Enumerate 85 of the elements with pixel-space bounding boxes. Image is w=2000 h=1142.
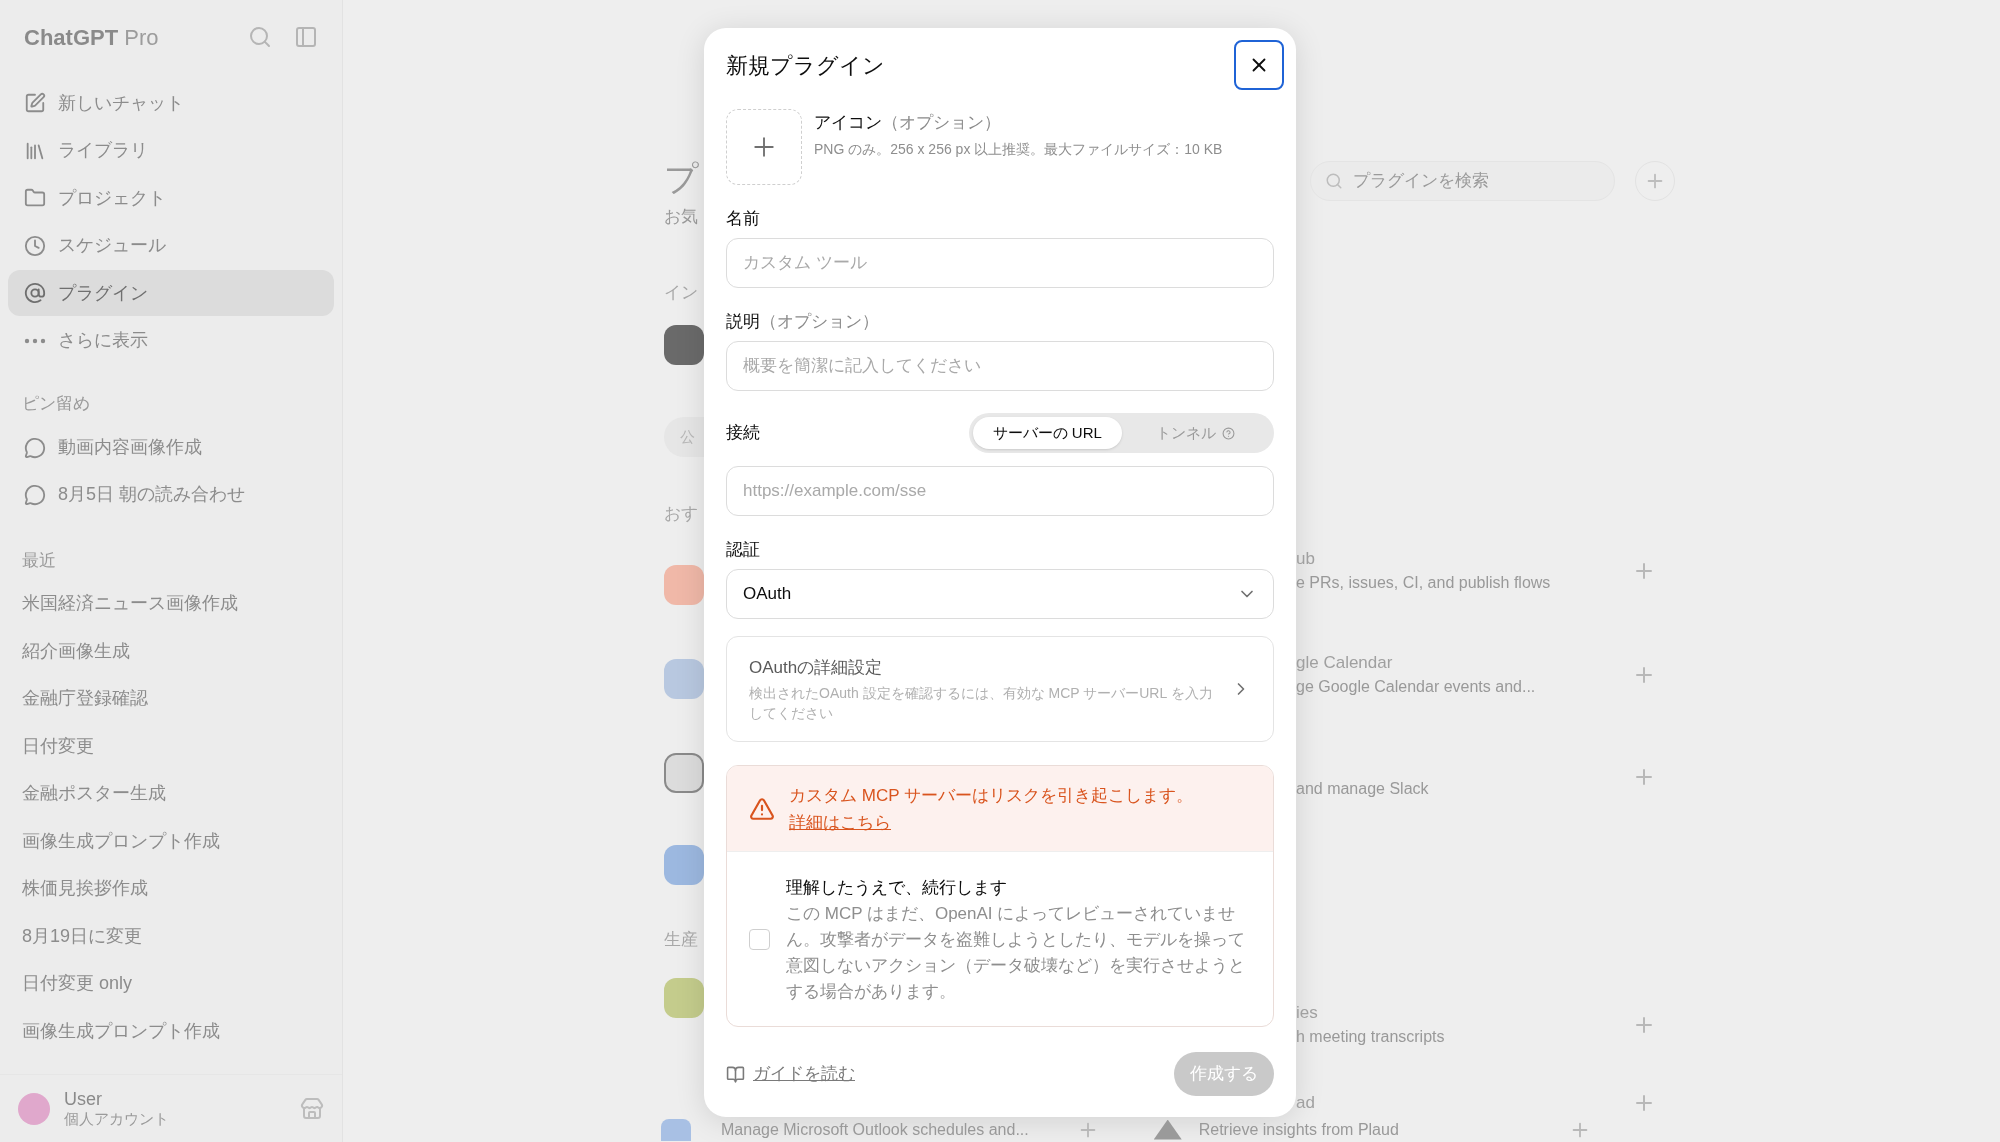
clock-icon	[24, 234, 46, 257]
sidebar-nav-item[interactable]: プラグイン	[8, 270, 334, 316]
auth-select[interactable]: OAuth	[726, 569, 1274, 619]
sidebar-toggle-icon[interactable]	[294, 25, 318, 49]
learn-more-link[interactable]: 詳細はこちら	[789, 812, 891, 832]
plugin-description: Manage Microsoft Outlook schedules and...	[721, 1119, 1029, 1140]
plugin-description: Retrieve insights from Plaud	[1198, 1119, 1399, 1140]
segment-tab[interactable]: サーバーの URL	[973, 417, 1122, 449]
segment-tab[interactable]: トンネル	[1121, 417, 1270, 449]
field-hint: PNG のみ。256 x 256 px 以上推奨。最大ファイルサイズ：10 KB	[814, 140, 1223, 159]
at-sign-icon	[24, 282, 46, 304]
search-icon[interactable]	[248, 25, 272, 49]
field-label: 接続	[726, 422, 760, 445]
recent-chat-item[interactable]: 金融庁登録確認	[8, 675, 334, 723]
mail-logo	[664, 564, 704, 605]
recent-chat-item[interactable]: 画像生成プロンプト作成	[8, 817, 334, 865]
field-label: 認証	[726, 539, 761, 561]
text-field[interactable]: 概要を簡潔に記入してください	[726, 341, 1274, 391]
notion-logo	[664, 752, 704, 793]
field-label: 名前	[726, 208, 761, 230]
warning-icon	[749, 795, 775, 822]
plugin-description: ge Google Calendar events and...	[1296, 677, 1537, 697]
warning-text: カスタム MCP サーバーはリスクを引き起こします。 詳細はこちら	[789, 784, 1194, 834]
oauth-settings-card[interactable]: OAuthの詳細設定 検出されたOAuth 設定を確認するには、有効な MCP サーバーURL を入力してください	[726, 635, 1274, 743]
more-icon	[24, 337, 46, 344]
field-label: アイコン（オプション）	[814, 112, 1002, 134]
card-description: 検出されたOAuth 設定を確認するには、有効な MCP サーバーURL を入力してください	[749, 684, 1214, 724]
avatar[interactable]	[18, 1092, 50, 1125]
card-title: OAuthの詳細設定	[749, 656, 884, 679]
plugin-name: ad	[1296, 1092, 1316, 1114]
recent-chat-item[interactable]: 株価見挨拶作成	[8, 865, 334, 913]
checkbox[interactable]	[749, 929, 770, 951]
pinned-chat-item[interactable]: 8月5日 朝の読み合わせ	[8, 471, 334, 518]
sidebar-nav-item[interactable]: ライブラリ	[8, 127, 334, 174]
search-field[interactable]: プラグインを検索	[1310, 161, 1615, 201]
pinned-chat-item[interactable]: 動画内容画像作成	[8, 424, 334, 471]
chat-bubble-icon	[24, 483, 46, 506]
plugin-name: gle Calendar	[1296, 652, 1394, 674]
section-heading: おす	[664, 503, 699, 525]
book-icon	[726, 1064, 745, 1084]
pencil-square-icon	[24, 92, 46, 114]
folder-icon	[24, 187, 46, 209]
user-name: User	[64, 1087, 103, 1111]
spiral-logo	[664, 978, 704, 1018]
section-heading: 最近	[21, 550, 57, 572]
checkbox-description: この MCP はまだ、OpenAI によってレビューされていません。攻撃者がデータを盗難しようとしたり、モデルを操って意図しないアクション（データ破壊など）を実行させようとする場合があります。	[786, 902, 1246, 1003]
store-icon[interactable]	[300, 1096, 324, 1121]
help-icon	[1222, 426, 1236, 440]
field-label: 説明（オプション）	[726, 311, 880, 333]
drive-logo	[664, 658, 704, 699]
plugin-description: h meeting transcripts	[1296, 1027, 1446, 1047]
sidebar-nav-item[interactable]: プロジェクト	[8, 175, 334, 221]
checkbox-label: 理解したうえで、続行します	[786, 876, 1008, 899]
text-field[interactable]: https://example.com/sse	[726, 466, 1274, 516]
close-button[interactable]	[1234, 40, 1284, 90]
section-heading: 生産	[664, 928, 699, 951]
section-heading: ピン留め	[21, 393, 91, 415]
plugin-name: ub	[1296, 548, 1316, 570]
icon-upload-button[interactable]	[726, 109, 802, 185]
recent-chat-item[interactable]: 日付変更 only	[8, 960, 334, 1008]
sidebar-nav-item[interactable]: スケジュール	[8, 222, 334, 269]
sidebar-nav-item[interactable]: さらに表示	[8, 317, 334, 364]
search-icon	[1325, 172, 1343, 190]
recent-chat-item[interactable]: 米国経済ニュース画像作成	[8, 580, 334, 628]
page-title: プ	[664, 158, 700, 198]
chat-bubble-icon	[24, 436, 46, 459]
plugin-description: and manage Slack	[1296, 779, 1430, 799]
recent-chat-item[interactable]: 8月19日に変更	[8, 912, 334, 960]
outlook-logo	[661, 1118, 691, 1141]
account-type: 個人アカウント	[64, 1110, 170, 1130]
recent-chat-item[interactable]: 画像生成プロンプト作成	[8, 1007, 334, 1055]
dialog-title: 新規プラグイン	[726, 51, 885, 80]
app-title: ChatGPT Pro	[24, 23, 159, 52]
recent-chat-item[interactable]: 日付変更	[8, 722, 334, 770]
cloud-logo	[664, 844, 704, 885]
recent-chat-item[interactable]: 金融ポスター生成	[8, 770, 334, 818]
plugin-description: e PRs, issues, CI, and publish flows	[1296, 573, 1552, 593]
sidebar-nav-item[interactable]: 新しいチャット	[8, 80, 334, 126]
page-subtitle: お気	[664, 206, 699, 228]
guide-link[interactable]: ガイドを読む	[726, 1061, 855, 1087]
plugin-name: ies	[1296, 1002, 1319, 1024]
section-heading: イン	[664, 281, 699, 304]
text-field[interactable]: カスタム ツール	[726, 238, 1274, 288]
recent-chat-item[interactable]: 紹介画像生成	[8, 627, 334, 675]
app-logo	[664, 325, 704, 365]
